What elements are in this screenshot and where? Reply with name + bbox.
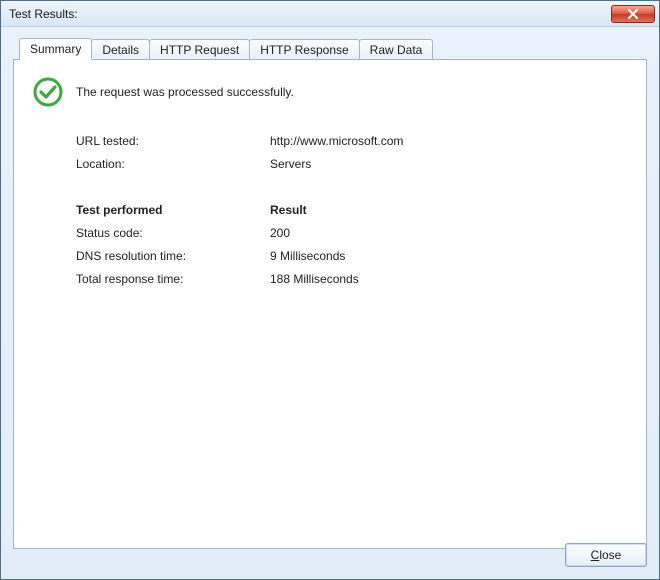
label-url-tested: URL tested: — [76, 134, 266, 148]
label-location: Location: — [76, 157, 266, 171]
titlebar: Test Results: — [1, 1, 659, 27]
window-close-button[interactable] — [611, 5, 655, 23]
value-total-time: 188 Milliseconds — [270, 272, 628, 286]
value-dns-time: 9 Milliseconds — [270, 249, 628, 263]
dialog-window: Test Results: Summary Details HTTP Reque… — [0, 0, 660, 580]
tab-details[interactable]: Details — [91, 39, 150, 60]
value-location: Servers — [270, 157, 628, 171]
success-check-icon — [32, 76, 64, 108]
label-total-time: Total response time: — [76, 272, 266, 286]
close-button[interactable]: Close — [565, 543, 647, 567]
value-url-tested: http://www.microsoft.com — [270, 134, 628, 148]
tab-summary[interactable]: Summary — [19, 38, 92, 60]
status-message: The request was processed successfully. — [76, 85, 294, 99]
tab-panel-summary: The request was processed successfully. … — [13, 59, 647, 549]
tab-http-response[interactable]: HTTP Response — [249, 39, 359, 60]
close-icon — [627, 9, 639, 19]
status-row: The request was processed successfully. — [32, 76, 628, 108]
window-title: Test Results: — [9, 7, 78, 21]
header-result: Result — [270, 203, 628, 217]
client-area: Summary Details HTTP Request HTTP Respon… — [1, 27, 659, 579]
tabstrip: Summary Details HTTP Request HTTP Respon… — [13, 37, 647, 59]
header-test-performed: Test performed — [76, 203, 266, 217]
results-grid: URL tested: http://www.microsoft.com Loc… — [76, 134, 628, 286]
value-status-code: 200 — [270, 226, 628, 240]
label-status-code: Status code: — [76, 226, 266, 240]
grid-spacer — [76, 180, 628, 194]
tab-raw-data[interactable]: Raw Data — [359, 39, 434, 60]
dialog-footer: Close — [565, 543, 647, 567]
tab-http-request[interactable]: HTTP Request — [149, 39, 250, 60]
close-button-label: Close — [591, 548, 622, 562]
label-dns-time: DNS resolution time: — [76, 249, 266, 263]
